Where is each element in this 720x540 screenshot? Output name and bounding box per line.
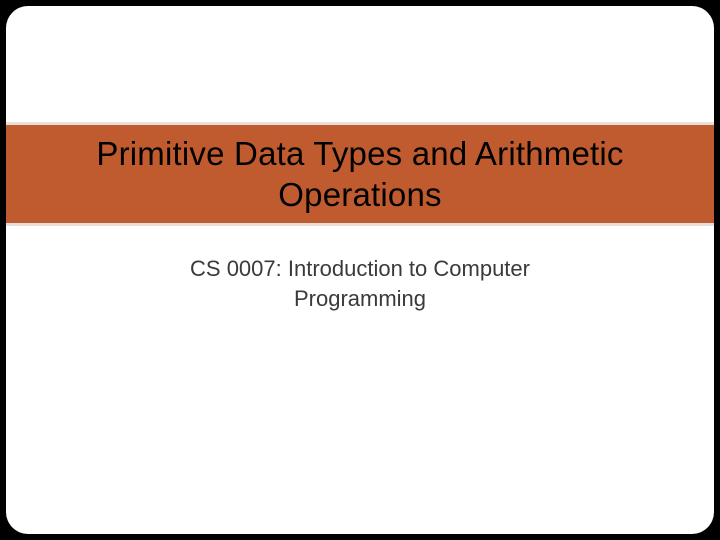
slide-subtitle: CS 0007: Introduction to Computer Progra… (6, 254, 714, 313)
slide-container: Primitive Data Types and Arithmetic Oper… (6, 6, 714, 534)
slide-title: Primitive Data Types and Arithmetic Oper… (26, 133, 694, 216)
title-band: Primitive Data Types and Arithmetic Oper… (6, 122, 714, 226)
